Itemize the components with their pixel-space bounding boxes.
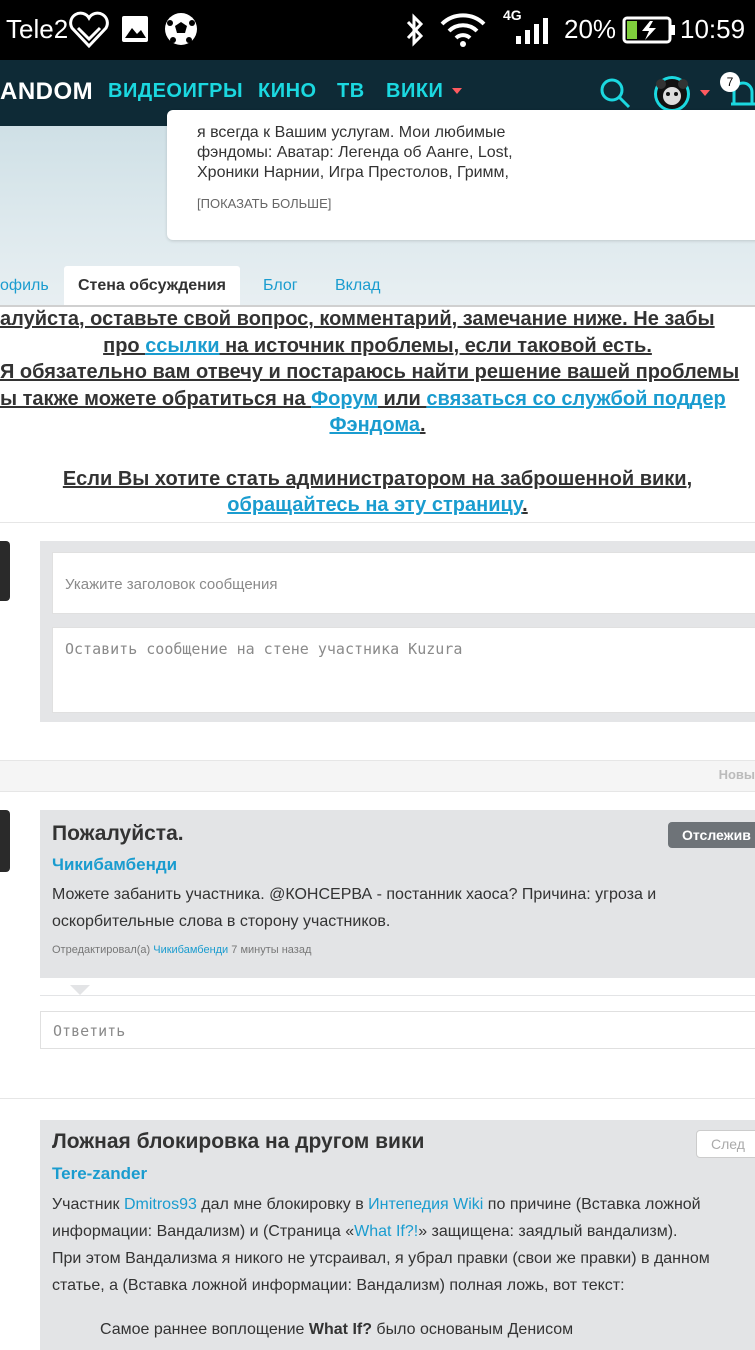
body-text: » защищена: заядлый вандализм). (418, 1223, 678, 1240)
reply-pointer (70, 985, 90, 995)
show-more-link[interactable]: [ПОКАЗАТЬ БОЛЬШЕ] (197, 196, 331, 211)
heart-app-icon (69, 11, 109, 49)
links-link[interactable]: ссылки (145, 335, 219, 357)
tabs-divider (0, 305, 755, 307)
quote-bold: What If? (308, 1321, 372, 1338)
quote-text: Самое раннее воплощение What If? было ос… (100, 1316, 573, 1343)
status-bar: Tele2 4G 20% 10:59 (0, 0, 755, 60)
thread-author[interactable]: Чикибамбенди (52, 855, 177, 875)
bluetooth-icon (406, 13, 424, 47)
tab-contributions[interactable]: Вклад (335, 266, 380, 306)
sort-bar: Новы (0, 760, 755, 792)
notice-text: на источник проблемы, если таковой есть. (219, 335, 652, 357)
edited-prefix: Отредактировал(а) (52, 944, 154, 956)
thread-title[interactable]: Ложная блокировка на другом вики (52, 1130, 424, 1154)
support-link[interactable]: связаться со службой поддер (426, 388, 725, 410)
reply-placeholder: Ответить (53, 1022, 126, 1040)
battery-percent: 20% (564, 14, 617, 44)
wiki-link[interactable]: Интепедия Wiki (368, 1196, 483, 1213)
clock: 10:59 (680, 14, 746, 44)
notice-text: Если Вы хотите стать администратором на … (62, 468, 693, 490)
thread-body: Можете забанить участника. @КОНСЕРВА - п… (52, 886, 657, 903)
thread-body: информации: Вандализм) и (Страница «What… (52, 1218, 678, 1245)
gallery-icon (122, 16, 148, 42)
thread-body: статье, а (Вставка ложной информации: Ва… (52, 1277, 625, 1294)
battery-icon (622, 16, 675, 44)
body-text: информации: Вандализм) и (Страница « (52, 1223, 355, 1240)
bio-line: Хроники Нарнии, Игра Престолов, Гримм, (197, 164, 509, 181)
notice-text: алуйста, оставьте свой вопрос, комментар… (0, 308, 715, 330)
reply-divider (40, 995, 755, 996)
page-link[interactable]: What If?! (354, 1223, 418, 1240)
tab-profile[interactable]: офиль (0, 266, 49, 306)
tab-message-wall[interactable]: Стена обсуждения (64, 266, 240, 306)
wifi-icon (440, 13, 486, 47)
fandom-logo[interactable]: ANDOM (0, 78, 93, 106)
thread-body: оскорбительные слова в сторону участнико… (52, 913, 391, 930)
divider (0, 1098, 755, 1099)
thread: Ложная блокировка на другом вики След Te… (40, 1120, 755, 1350)
nav-tv[interactable]: ТВ (337, 80, 365, 103)
sort-newest[interactable]: Новы (719, 767, 755, 782)
reply-input[interactable]: Ответить (40, 1011, 755, 1049)
user-link[interactable]: Dmitros93 (124, 1196, 197, 1213)
body-text: Участник (52, 1196, 124, 1213)
body-text: дал мне блокировку в (196, 1196, 369, 1213)
carrier-label: Tele2 (6, 14, 69, 44)
thread-title[interactable]: Пожалуйста. (52, 822, 184, 846)
fandom-support-link[interactable]: Фэндома (329, 414, 420, 436)
avatar (0, 810, 10, 872)
title-placeholder: Укажите заголовок сообщения (65, 576, 278, 593)
editor-link[interactable]: Чикибамбенди (153, 944, 228, 956)
search-icon[interactable] (598, 76, 632, 110)
quote-part: было основаным Денисом (371, 1321, 574, 1338)
adoption-link[interactable]: обращайтесь на эту страницу (227, 494, 522, 516)
notice-text: ы также можете обратиться на (0, 388, 312, 410)
bio-line: я всегда к Вашим услугам. Мои любимые (197, 124, 506, 141)
avatar[interactable] (652, 74, 692, 114)
follow-button[interactable]: След (696, 1130, 755, 1158)
body-placeholder: Оставить сообщение на стене участника Ku… (65, 640, 463, 658)
football-icon (165, 13, 197, 45)
message-title-input[interactable]: Укажите заголовок сообщения (52, 552, 755, 614)
notice-text: или (378, 388, 427, 410)
notice-text: . (419, 414, 426, 436)
signal-icon (516, 18, 548, 44)
notice-text: про (103, 335, 146, 357)
notice-text: . (522, 494, 528, 516)
chevron-down-icon (700, 90, 710, 96)
avatar (0, 541, 10, 601)
nav-wikis[interactable]: ВИКИ (386, 80, 443, 103)
bio-line: фэндомы: Аватар: Легенда об Аанге, Lost, (197, 144, 513, 161)
thread-body: При этом Вандализма я никого не утсраива… (52, 1250, 710, 1267)
notification-badge: 7 (720, 72, 740, 92)
thread: Пожалуйста. Отслежив Чикибамбенди Можете… (40, 810, 755, 978)
notice-text: Я обязательно вам отвечу и постараюсь на… (0, 361, 740, 383)
bio-card: я всегда к Вашим услугам. Мои любимые фэ… (167, 110, 755, 240)
nav-videogames[interactable]: ВИДЕОИГРЫ (108, 80, 243, 103)
tab-blog[interactable]: Блог (263, 266, 298, 306)
divider (0, 522, 755, 523)
edited-time: 7 минуты назад (228, 944, 312, 956)
forum-link[interactable]: Форум (311, 388, 378, 410)
thread-author[interactable]: Tere-zander (52, 1164, 147, 1184)
follow-button[interactable]: Отслежив (668, 822, 755, 848)
edited-info: Отредактировал(а) Чикибамбенди 7 минуты … (52, 944, 311, 956)
body-text: по причине (Вставка ложной (483, 1196, 701, 1213)
new-message-composer: Укажите заголовок сообщения Оставить соо… (40, 541, 755, 722)
chevron-down-icon (452, 88, 462, 94)
message-body-input[interactable]: Оставить сообщение на стене участника Ku… (52, 627, 755, 713)
quote-part: Самое раннее воплощение (100, 1321, 309, 1338)
nav-movies[interactable]: КИНО (258, 80, 317, 103)
thread-body: Участник Dmitros93 дал мне блокировку в … (52, 1191, 701, 1218)
